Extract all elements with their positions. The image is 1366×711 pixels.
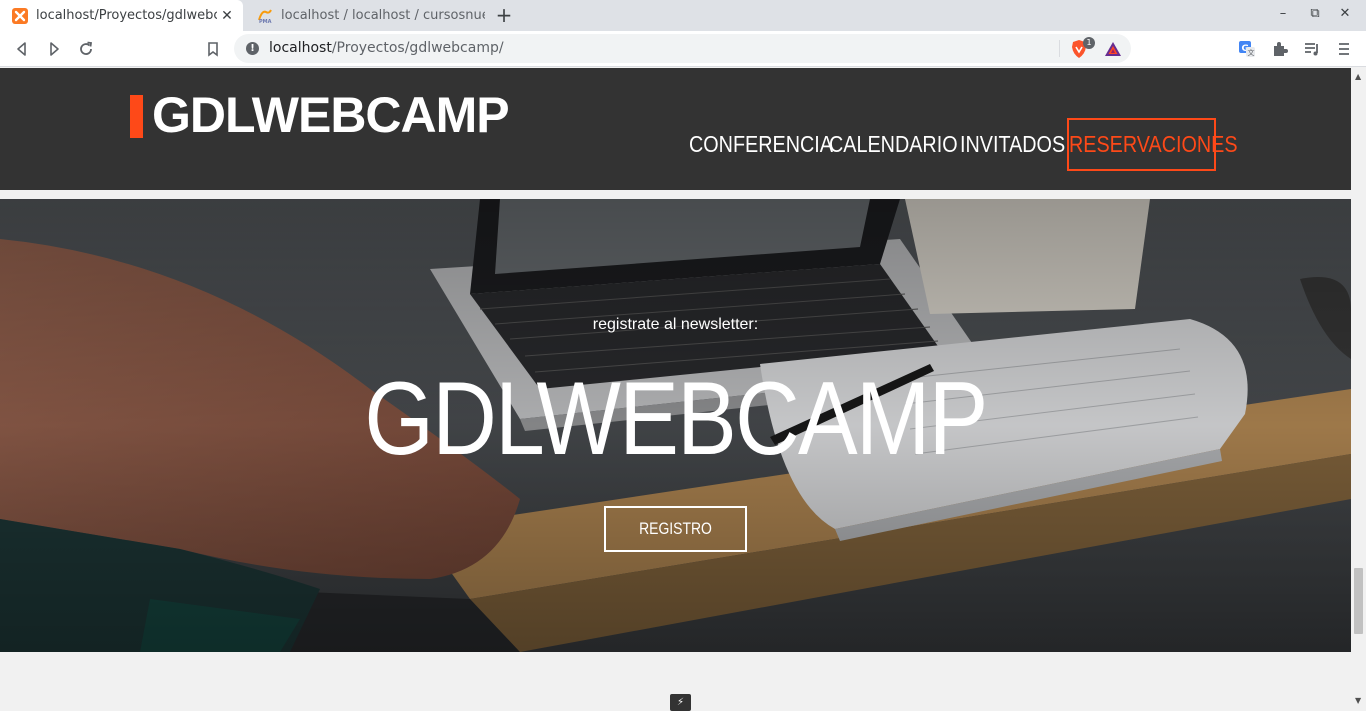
nav-conferencia[interactable]: CONFERENCIA bbox=[689, 118, 833, 171]
nav-reservaciones-label: RESERVACIONES bbox=[1069, 131, 1238, 157]
new-tab-button[interactable]: + bbox=[493, 4, 515, 26]
tab-phpmyadmin[interactable]: PMA localhost / localhost / cursosnuevo bbox=[245, 0, 485, 31]
scroll-down-icon[interactable]: ▼ bbox=[1355, 696, 1361, 705]
logo-accent-bar bbox=[130, 95, 143, 138]
registro-button-label: REGISTRO bbox=[639, 519, 712, 538]
tab-gdlwebcamp[interactable]: localhost/Proyectos/gdlwebcamp/ ✕ bbox=[0, 0, 243, 31]
tab-close-icon[interactable]: ✕ bbox=[217, 8, 237, 24]
registro-button[interactable]: REGISTRO bbox=[604, 506, 747, 552]
phpmyadmin-icon: PMA bbox=[258, 9, 272, 24]
minimize-button[interactable]: – bbox=[1273, 6, 1293, 21]
forward-icon[interactable] bbox=[44, 39, 64, 59]
menu-icon[interactable] bbox=[1334, 39, 1354, 59]
media-queue-icon[interactable] bbox=[1302, 39, 1322, 59]
extensions-icon[interactable] bbox=[1270, 39, 1290, 59]
browser-toolbar: ! localhost/Proyectos/gdlwebcamp/ 1 G文 bbox=[0, 31, 1366, 67]
tab-title: localhost / localhost / cursosnuevo bbox=[281, 8, 485, 23]
nav-calendario[interactable]: CALENDARIO bbox=[829, 118, 958, 171]
nav-invitados[interactable]: INVITADOS bbox=[960, 118, 1065, 171]
tab-title: localhost/Proyectos/gdlwebcamp/ bbox=[36, 8, 217, 23]
scroll-up-icon[interactable]: ▲ bbox=[1355, 72, 1361, 81]
svg-text:文: 文 bbox=[1248, 48, 1255, 57]
reload-icon[interactable] bbox=[76, 39, 96, 59]
site-info-icon[interactable]: ! bbox=[246, 42, 259, 55]
address-bar[interactable]: ! localhost/Proyectos/gdlwebcamp/ 1 bbox=[234, 34, 1131, 63]
site-header: GDLWEBCAMP CONFERENCIA CALENDARIO INVITA… bbox=[0, 68, 1351, 190]
page-viewport: GDLWEBCAMP CONFERENCIA CALENDARIO INVITA… bbox=[0, 68, 1351, 711]
nav-reservaciones[interactable]: RESERVACIONES bbox=[1067, 118, 1238, 171]
shields-count-badge: 1 bbox=[1083, 37, 1095, 49]
translate-icon[interactable]: G文 bbox=[1237, 39, 1257, 59]
back-icon[interactable] bbox=[12, 39, 32, 59]
bookmark-icon[interactable] bbox=[203, 39, 223, 59]
hero-subtitle: registrate al newsletter: bbox=[592, 316, 759, 333]
xampp-icon bbox=[12, 7, 28, 24]
svg-text:PMA: PMA bbox=[259, 19, 272, 24]
restore-button[interactable]: ⧉ bbox=[1305, 6, 1325, 21]
scrollbar-thumb[interactable] bbox=[1354, 568, 1363, 634]
hero-title: GDLWEBCAMP bbox=[364, 361, 988, 477]
rewards-icon[interactable] bbox=[1104, 41, 1122, 57]
url-text[interactable]: localhost/Proyectos/gdlwebcamp/ bbox=[269, 40, 504, 56]
debug-toolbar-icon[interactable]: ⚡ bbox=[670, 694, 691, 711]
close-window-button[interactable]: ✕ bbox=[1335, 6, 1355, 21]
tab-strip: localhost/Proyectos/gdlwebcamp/ ✕ PMA lo… bbox=[0, 0, 1366, 31]
page-scrollbar[interactable]: ▲ ▼ bbox=[1351, 68, 1366, 711]
site-logo[interactable]: GDLWEBCAMP bbox=[152, 86, 510, 144]
address-divider bbox=[1059, 40, 1060, 57]
hero-section: registrate al newsletter: GDLWEBCAMP REG… bbox=[0, 199, 1351, 652]
